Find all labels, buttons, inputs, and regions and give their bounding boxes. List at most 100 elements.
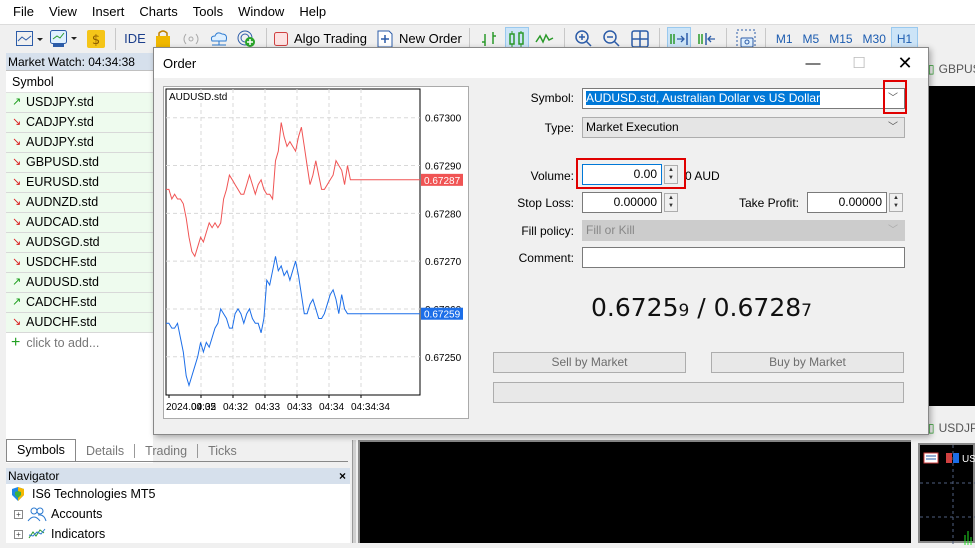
new-order-label: New Order	[399, 31, 462, 46]
menu-charts[interactable]: Charts	[132, 0, 185, 24]
zoom-out-icon	[603, 29, 620, 47]
symbol-row[interactable]: ↘ USDCHF.std	[6, 253, 153, 273]
indicators-icon	[28, 528, 46, 539]
menu-file[interactable]: File	[6, 0, 42, 24]
navigator-root-label: IS6 Technologies MT5	[32, 487, 156, 501]
line-chart-dropdown[interactable]	[16, 27, 46, 51]
x-tick-label: 04:32	[191, 402, 216, 413]
take-profit-stepper[interactable]: ▲ ▼	[889, 193, 903, 212]
navigator-item-accounts[interactable]: + Accounts	[6, 504, 350, 524]
chart-tab-usdjpy[interactable]: ▯USDJPY	[928, 416, 975, 440]
chart-tab-gbpusd[interactable]: ▯GBPUS	[928, 56, 975, 82]
market-watch-title: Market Watch: 04:34:38	[6, 53, 153, 71]
symbol-name: AUDSGD.std	[26, 235, 100, 249]
chart-tab-label: USDJPY	[938, 421, 975, 435]
algo-trading-icon	[274, 31, 288, 46]
sell-by-market-button[interactable]: Sell by Market	[493, 352, 686, 373]
algo-trading-label: Algo Trading	[294, 31, 367, 46]
stop-loss-stepper[interactable]: ▲ ▼	[664, 193, 678, 212]
ask-price-last-digit: 7	[801, 301, 812, 321]
broker-logo-icon	[12, 487, 24, 501]
symbol-name: AUDUSD.std	[26, 275, 99, 289]
add-symbol-label: click to add...	[26, 336, 100, 350]
expand-icon: +	[14, 529, 23, 539]
tab-trading[interactable]: Trading	[135, 441, 197, 461]
add-symbol-row[interactable]: + click to add...	[6, 333, 153, 353]
bid-price: 0.67259	[591, 293, 689, 322]
arrow-down-icon: ↘	[12, 256, 22, 268]
arrow-down-icon: ↘	[12, 316, 22, 328]
symbol-row[interactable]: ↗ CADCHF.std	[6, 293, 153, 313]
symbol-name: EURUSD.std	[26, 175, 99, 189]
order-dialog-titlebar: Order — ☐ ✕	[154, 48, 928, 78]
depth-icon-buy[interactable]	[953, 453, 959, 463]
y-tick-label: 0.67290	[425, 162, 462, 173]
chart-template-dropdown[interactable]	[50, 27, 80, 51]
menu-help[interactable]: Help	[292, 0, 334, 24]
maximize-button[interactable]: ☐	[836, 48, 882, 78]
svg-text:$: $	[92, 33, 100, 48]
symbol-row[interactable]: ↘ CADJPY.std	[6, 113, 153, 133]
chart-window-usdjpy[interactable]: US	[918, 443, 975, 545]
symbol-row[interactable]: ↗ AUDUSD.std	[6, 273, 153, 293]
chart-window[interactable]	[358, 440, 911, 543]
tab-ticks[interactable]: Ticks	[198, 441, 247, 461]
depth-icon-sell[interactable]	[946, 453, 952, 463]
menu-view[interactable]: View	[42, 0, 85, 24]
navigator-root[interactable]: IS6 Technologies MT5	[6, 484, 350, 504]
market-watch-panel: Market Watch: 04:34:38 Symbol ↗ USDJPY.st…	[6, 53, 153, 463]
menu-tools[interactable]: Tools	[186, 0, 231, 24]
ask-price: 0.67287	[714, 293, 812, 322]
type-select[interactable]: Market Execution ﹀	[582, 117, 905, 138]
tab-symbols[interactable]: Symbols	[6, 439, 76, 461]
symbol-row[interactable]: ↗ USDJPY.std	[6, 93, 153, 113]
menu-insert[interactable]: Insert	[85, 0, 133, 24]
screenshot-icon	[736, 29, 756, 48]
arrow-down-icon: ↘	[12, 116, 22, 128]
comment-input[interactable]	[582, 247, 905, 268]
fill-policy-select[interactable]: Fill or Kill ﹀	[582, 220, 905, 241]
one-click-trading-icon[interactable]	[923, 452, 939, 464]
navigator-close-button[interactable]: ×	[339, 468, 350, 484]
panel-splitter[interactable]	[352, 440, 356, 543]
dollar-icon: $	[87, 29, 105, 48]
x-tick-label: 04:34:34	[351, 402, 390, 413]
grid-icon	[631, 29, 649, 48]
symbol-name: USDJPY.std	[26, 95, 94, 109]
accounts-label: Accounts	[51, 507, 103, 521]
symbol-name: CADCHF.std	[26, 295, 97, 309]
symbol-row[interactable]: ↘ EURUSD.std	[6, 173, 153, 193]
symbol-row[interactable]: ↘ GBPUSD.std	[6, 153, 153, 173]
column-header-symbol[interactable]: Symbol	[6, 71, 153, 93]
symbol-row[interactable]: ↘ AUDJPY.std	[6, 133, 153, 153]
stop-loss-input[interactable]: 0.00000	[582, 192, 662, 213]
buy-by-market-button[interactable]: Buy by Market	[711, 352, 904, 373]
price-separator: /	[697, 293, 706, 322]
close-button[interactable]: ✕	[882, 48, 928, 78]
chart-window-gbpusd[interactable]	[928, 86, 975, 406]
ide-button[interactable]: IDE	[123, 27, 147, 51]
symbol-row[interactable]: ↘ AUDSGD.std	[6, 233, 153, 253]
navigator-title-bar: Navigator ×	[6, 468, 350, 484]
symbol-row[interactable]: ↘ AUDCAD.std	[6, 213, 153, 233]
type-value: Market Execution	[586, 120, 679, 134]
arrow-down-icon: ↘	[12, 176, 22, 188]
y-tick-label: 0.67270	[425, 257, 462, 268]
tab-details[interactable]: Details	[76, 441, 134, 461]
volume-label: Volume:	[530, 169, 574, 183]
menu-bar: File View Insert Charts Tools Window Help	[0, 0, 975, 24]
take-profit-input[interactable]: 0.00000	[807, 192, 887, 213]
indicators-label: Indicators	[51, 527, 106, 541]
minimize-button[interactable]: —	[790, 48, 836, 78]
dollar-button[interactable]: $	[84, 27, 108, 51]
y-tick-label: 0.67250	[425, 353, 462, 364]
menu-window[interactable]: Window	[231, 0, 292, 24]
symbol-row[interactable]: ↘ AUDNZD.std	[6, 193, 153, 213]
arrow-down-icon: ↘	[12, 196, 22, 208]
symbol-name: GBPUSD.std	[26, 155, 99, 169]
symbol-select[interactable]: AUDUSD.std, Australian Dollar vs US Doll…	[582, 88, 905, 109]
symbol-row[interactable]: ↘ AUDCHF.std	[6, 313, 153, 333]
navigator-item-indicators[interactable]: + Indicators	[6, 524, 350, 544]
highlight-volume	[576, 158, 686, 189]
symbol-name: AUDCHF.std	[26, 315, 97, 329]
